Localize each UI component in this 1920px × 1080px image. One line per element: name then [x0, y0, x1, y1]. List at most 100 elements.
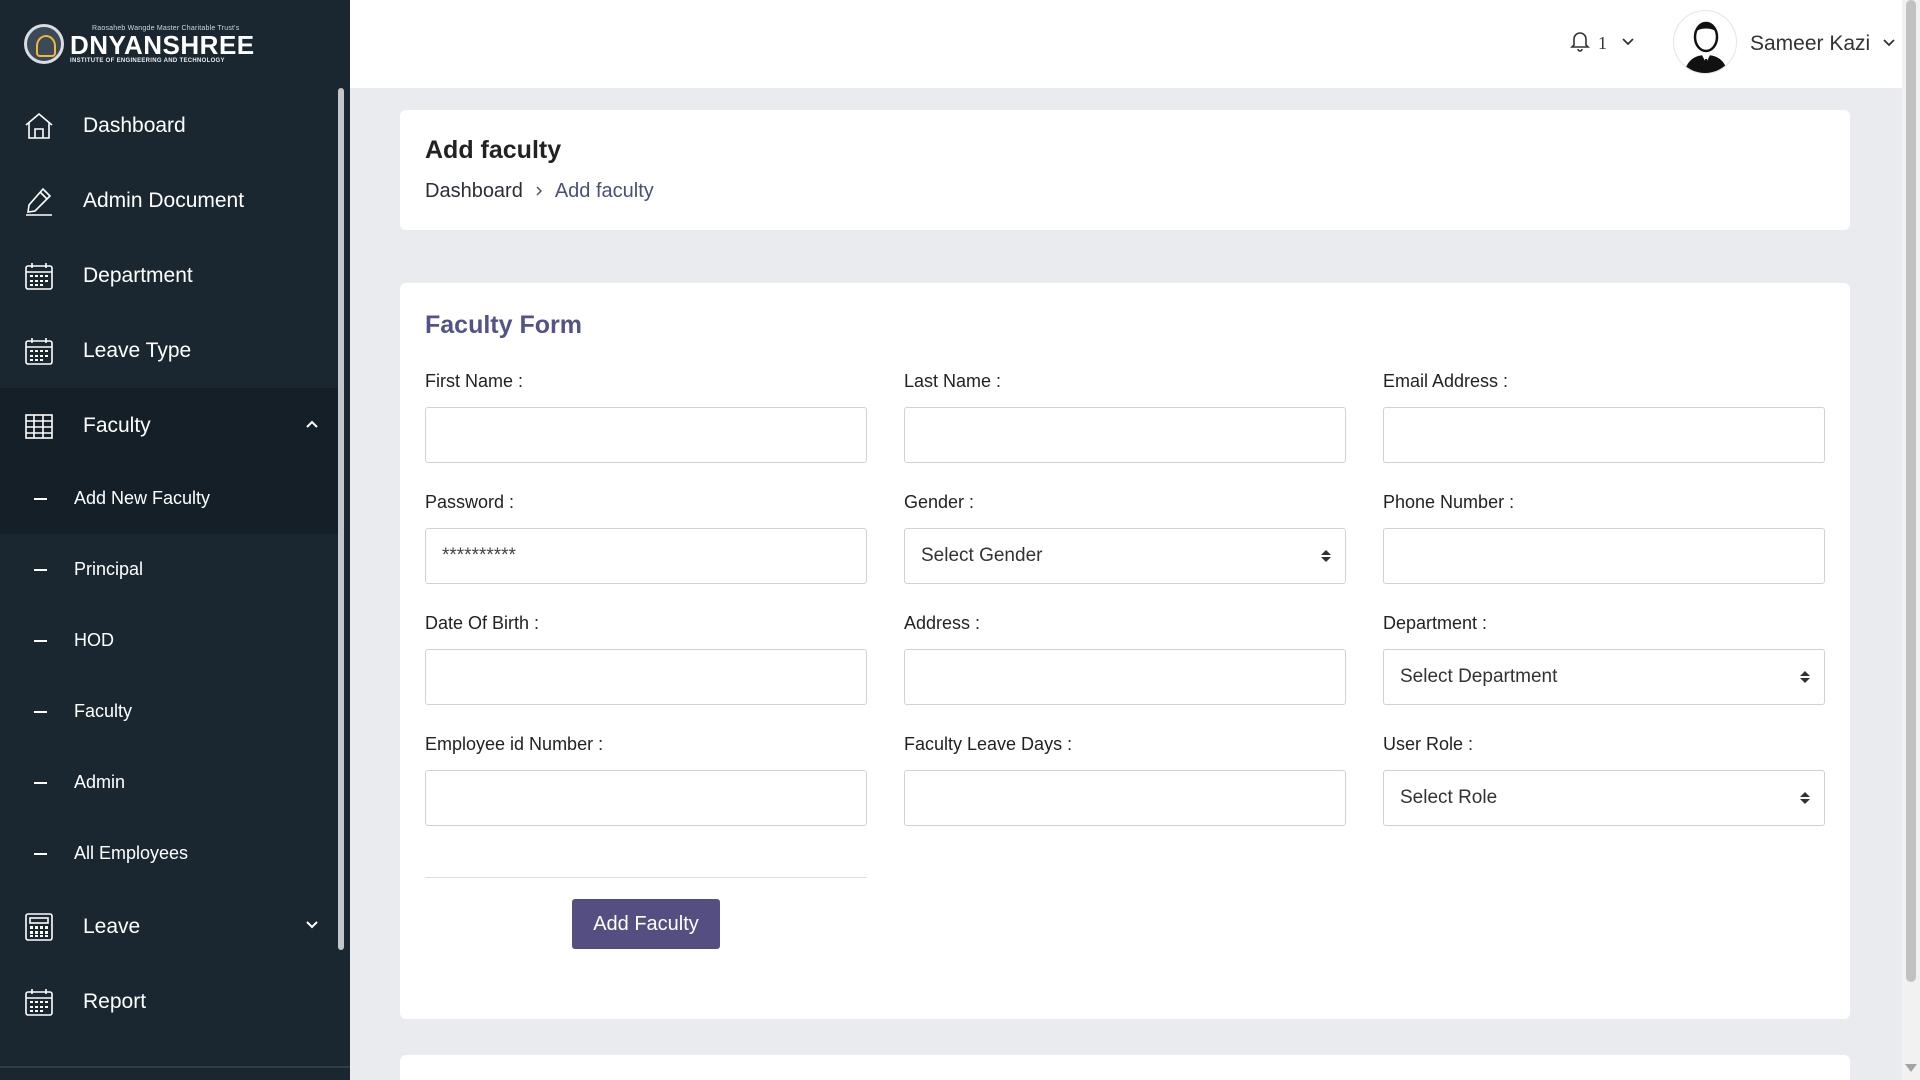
- gender-field: Gender : Select Gender: [904, 492, 1346, 584]
- phone-input[interactable]: [1383, 528, 1825, 584]
- dob-label: Date Of Birth :: [425, 613, 540, 633]
- submenu-item-all-employees[interactable]: All Employees: [0, 818, 338, 889]
- institute-emblem-icon: [24, 24, 64, 64]
- page-scrollbar-thumb[interactable]: [1906, 0, 1916, 982]
- dob-field: Date Of Birth :: [425, 613, 867, 705]
- brand-logo[interactable]: Raosaheb Wangde Master Charitable Trust'…: [0, 0, 350, 88]
- sidebar-item-label: Leave Type: [83, 338, 192, 362]
- notifications-dropdown[interactable]: 1: [1570, 30, 1635, 57]
- department-select[interactable]: Select Department: [1383, 649, 1825, 705]
- submenu-item-admin[interactable]: Admin: [0, 747, 338, 818]
- calendar-icon: [22, 985, 56, 1019]
- last-name-input[interactable]: [904, 407, 1346, 463]
- gender-select[interactable]: Select Gender: [904, 528, 1346, 584]
- dash-icon: [34, 781, 47, 784]
- sidebar-item-leave-type[interactable]: Leave Type: [0, 313, 338, 388]
- sidebar-item-report[interactable]: Report: [0, 964, 338, 1039]
- sidebar-item-dashboard[interactable]: Dashboard: [0, 88, 338, 163]
- sidebar-item-label: Dashboard: [83, 113, 186, 137]
- address-field: Address :: [904, 613, 1346, 705]
- form-title: Faculty Form: [425, 311, 582, 339]
- password-field: Password :: [425, 492, 867, 584]
- email-input[interactable]: [1383, 407, 1825, 463]
- sidebar-item-label: Department: [83, 263, 193, 287]
- breadcrumb: Dashboard Add faculty: [425, 180, 654, 203]
- sidebar-item-faculty[interactable]: Faculty: [0, 388, 338, 463]
- chevron-down-icon: [1882, 35, 1896, 54]
- submenu-item-label: All Employees: [74, 843, 189, 863]
- password-input[interactable]: [425, 528, 867, 584]
- leave-days-label: Faculty Leave Days :: [904, 734, 1073, 754]
- email-field: Email Address :: [1383, 371, 1825, 463]
- sidebar-item-label: Faculty: [83, 413, 151, 437]
- employee-id-field: Employee id Number :: [425, 734, 867, 826]
- phone-label: Phone Number :: [1383, 492, 1515, 512]
- add-faculty-button[interactable]: Add Faculty: [572, 899, 720, 949]
- brand-name: DNYANSHREE: [70, 29, 255, 60]
- calculator-icon: [22, 910, 56, 944]
- leave-days-input[interactable]: [904, 770, 1346, 826]
- submenu-item-label: HOD: [74, 630, 114, 650]
- page-header-card: Add faculty Dashboard Add faculty: [400, 110, 1850, 230]
- employee-id-label: Employee id Number :: [425, 734, 604, 754]
- sidebar-item-department[interactable]: Department: [0, 238, 338, 313]
- submenu-item-add-new-faculty[interactable]: Add New Faculty: [0, 463, 338, 534]
- user-menu[interactable]: Sameer Kazi: [1750, 32, 1896, 56]
- gender-label: Gender :: [904, 492, 975, 512]
- department-field: Department : Select Department: [1383, 613, 1825, 705]
- bell-icon: [1570, 30, 1590, 57]
- leave-days-field: Faculty Leave Days :: [904, 734, 1346, 826]
- home-icon: [22, 109, 56, 143]
- sidebar-item-leave[interactable]: Leave: [0, 889, 338, 964]
- dash-icon: [34, 639, 47, 642]
- submenu-item-hod[interactable]: HOD: [0, 605, 338, 676]
- user-role-select[interactable]: Select Role: [1383, 770, 1825, 826]
- user-name: Sameer Kazi: [1750, 32, 1871, 55]
- address-input[interactable]: [904, 649, 1346, 705]
- dash-icon: [34, 497, 47, 500]
- chevron-down-icon: [1621, 34, 1635, 53]
- gender-select-value: Select Gender: [921, 545, 1043, 566]
- scroll-down-arrow-icon[interactable]: [1905, 1064, 1917, 1072]
- chevron-up-icon[interactable]: [304, 416, 320, 437]
- dash-icon: [34, 852, 47, 855]
- submenu-item-faculty[interactable]: Faculty: [0, 676, 338, 747]
- submenu-item-label: Principal: [74, 559, 144, 579]
- bottom-card: [400, 1055, 1850, 1080]
- dash-icon: [34, 710, 47, 713]
- avatar[interactable]: [1673, 10, 1737, 74]
- password-label: Password :: [425, 492, 515, 512]
- address-label: Address :: [904, 613, 981, 633]
- form-divider: [425, 877, 867, 878]
- select-arrows-icon: [1800, 671, 1810, 683]
- dob-input[interactable]: [425, 649, 867, 705]
- breadcrumb-dashboard-link[interactable]: Dashboard: [425, 180, 523, 203]
- chevron-down-icon[interactable]: [304, 917, 320, 938]
- sidebar: Raosaheb Wangde Master Charitable Trust'…: [0, 0, 350, 1080]
- calendar-icon: [22, 334, 56, 368]
- email-label: Email Address :: [1383, 371, 1509, 391]
- sidebar-scrollbar[interactable]: [338, 88, 344, 950]
- pencil-icon: [22, 184, 56, 218]
- submenu-item-label: Faculty: [74, 701, 133, 721]
- submenu-item-label: Admin: [74, 772, 126, 792]
- faculty-form-card: Faculty Form First Name : Last Name : Em…: [400, 283, 1850, 1019]
- sidebar-item-admin-document[interactable]: Admin Document: [0, 163, 338, 238]
- grid-icon: [22, 409, 56, 443]
- employee-id-input[interactable]: [425, 770, 867, 826]
- submenu-item-principal[interactable]: Principal: [0, 534, 338, 605]
- department-select-value: Select Department: [1400, 666, 1558, 687]
- user-role-field: User Role : Select Role: [1383, 734, 1825, 826]
- sidebar-item-label: Leave: [83, 914, 141, 938]
- submenu-item-label: Add New Faculty: [74, 488, 211, 508]
- user-role-select-value: Select Role: [1400, 787, 1498, 808]
- first-name-input[interactable]: [425, 407, 867, 463]
- first-name-field: First Name :: [425, 371, 867, 463]
- faculty-submenu: Add New Faculty Principal HOD Faculty Ad…: [0, 463, 338, 889]
- sidebar-item-label: Report: [83, 989, 147, 1013]
- page-title: Add faculty: [425, 136, 562, 164]
- phone-field: Phone Number :: [1383, 492, 1825, 584]
- notification-count: 1: [1598, 33, 1607, 53]
- breadcrumb-current: Add faculty: [554, 180, 654, 202]
- first-name-label: First Name :: [425, 371, 524, 391]
